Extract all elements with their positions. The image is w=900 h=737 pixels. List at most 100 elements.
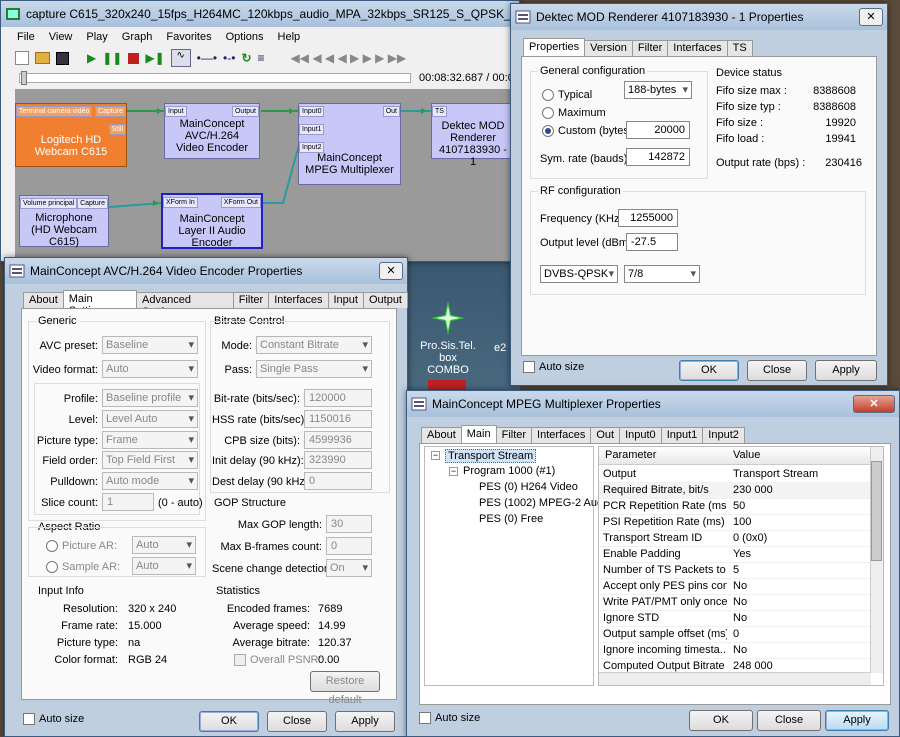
- table-row[interactable]: Required Bitrate, bit/s 230 000: [599, 483, 871, 499]
- table-row[interactable]: Ignore incoming timesta... No: [599, 643, 871, 659]
- pin-xform-out[interactable]: XForm Out: [220, 197, 261, 208]
- filter-node-layer2[interactable]: XForm In XForm Out MainConcept Layer II …: [161, 193, 263, 249]
- typical-dropdown[interactable]: 188-bytes: [624, 81, 692, 99]
- avc-titlebar[interactable]: MainConcept AVC/H.264 Video Encoder Prop…: [5, 258, 407, 284]
- sample-ar-dropdown[interactable]: Auto: [132, 557, 196, 575]
- pin-ts[interactable]: TS: [432, 106, 447, 117]
- close-button[interactable]: ✕: [859, 8, 883, 26]
- table-row[interactable]: Output sample offset (ms) 0: [599, 627, 871, 643]
- filter-icon[interactable]: ≡: [258, 51, 265, 65]
- filter-node-mic[interactable]: Volume principal Capture Microphone (HD …: [19, 195, 109, 248]
- play-icon[interactable]: ▶: [87, 51, 96, 65]
- filter-node-h264[interactable]: Input Output MainConcept AVC/H.264 Video…: [164, 103, 260, 159]
- pass-dropdown[interactable]: Single Pass: [256, 360, 372, 378]
- dektec-titlebar[interactable]: Dektec MOD Renderer 4107183930 - 1 Prope…: [511, 4, 887, 30]
- new-file-icon[interactable]: [15, 51, 29, 65]
- typical-radio[interactable]: [542, 89, 554, 101]
- pin-mic-capture[interactable]: Capture: [77, 198, 108, 209]
- pulldown-dropdown[interactable]: Auto mode: [102, 472, 198, 490]
- tab-main[interactable]: Main: [460, 425, 497, 443]
- tab-advanced-settings[interactable]: Advanced Settings: [136, 292, 234, 318]
- ok-button[interactable]: OK: [689, 710, 753, 731]
- pin-input[interactable]: Input: [165, 106, 187, 117]
- autosize-checkbox[interactable]: [419, 712, 431, 724]
- desktop-icon-prosistel[interactable]: Pro.Sis.Tel. box COMBO: [412, 300, 484, 376]
- disconnect-icon[interactable]: •-•: [223, 51, 235, 65]
- cpb-input[interactable]: 4599936: [304, 431, 372, 449]
- filter-node-mux[interactable]: Input0 Input1 Input2 Out MainConcept MPE…: [298, 103, 401, 185]
- menu-play[interactable]: Play: [86, 31, 107, 43]
- menu-favorites[interactable]: Favorites: [166, 31, 211, 43]
- close-button[interactable]: ✕: [853, 395, 895, 413]
- menu-options[interactable]: Options: [226, 31, 264, 43]
- seek-thumb[interactable]: [21, 71, 27, 85]
- tab-filter[interactable]: Filter: [232, 292, 270, 308]
- tab-interfaces[interactable]: Interfaces: [268, 292, 329, 308]
- tab-output[interactable]: Output: [362, 292, 408, 308]
- custom-bytes-input[interactable]: 20000: [626, 121, 690, 139]
- connect-icon[interactable]: •—•: [197, 51, 217, 65]
- menu-file[interactable]: File: [17, 31, 35, 43]
- video-format-dropdown[interactable]: Auto: [102, 360, 198, 378]
- dest-delay-input[interactable]: 0: [304, 472, 372, 490]
- close-dialog-button[interactable]: Close: [757, 710, 821, 731]
- close-dialog-button[interactable]: Close: [267, 711, 327, 732]
- filter-node-dektec[interactable]: TS Dektec MOD Renderer 4107183930 - 1: [431, 103, 515, 168]
- hss-input[interactable]: 1150016: [304, 410, 372, 428]
- tab-version[interactable]: Version: [584, 40, 633, 56]
- custom-radio[interactable]: [542, 125, 554, 137]
- init-delay-input[interactable]: 323990: [304, 451, 372, 469]
- seek-bar[interactable]: [19, 73, 411, 83]
- bitrate-input[interactable]: 120000: [304, 389, 372, 407]
- sym-rate-input[interactable]: 142872: [626, 148, 690, 166]
- profile-dropdown[interactable]: Baseline profile: [102, 389, 198, 407]
- graph-view-icon[interactable]: ∿: [170, 49, 191, 67]
- seek-back-icon[interactable]: ◀◀ ◀ ◀ ◀ ▶ ▶ ▶ ▶▶: [291, 51, 407, 65]
- graphedit-titlebar[interactable]: capture C615_320x240_15fps_H264MC_120kbp…: [1, 1, 519, 27]
- tab-main-settings[interactable]: Main Settings: [62, 290, 138, 317]
- picture-ar-radio[interactable]: [46, 540, 58, 552]
- pin-volume[interactable]: Volume principal: [20, 198, 78, 209]
- table-row[interactable]: Accept only PES pins con... No: [599, 579, 871, 595]
- tab-ts[interactable]: TS: [726, 40, 753, 56]
- output-level-input[interactable]: -27.5: [626, 233, 678, 251]
- open-folder-icon[interactable]: [35, 52, 50, 64]
- tab-properties[interactable]: Properties: [523, 38, 586, 56]
- tree-item-pes-audio[interactable]: PES (1002) MPEG-2 Audio: [479, 497, 612, 509]
- picture-type-dropdown[interactable]: Frame: [102, 431, 198, 449]
- ok-button[interactable]: OK: [199, 711, 259, 732]
- tab-input[interactable]: Input: [327, 292, 364, 308]
- maximum-radio[interactable]: [542, 107, 554, 119]
- tab-interfaces[interactable]: Interfaces: [667, 40, 728, 56]
- tree-item-transport-stream[interactable]: Transport Stream: [445, 449, 537, 463]
- bframes-input[interactable]: 0: [326, 537, 372, 555]
- stop-icon[interactable]: [128, 52, 140, 64]
- apply-button[interactable]: Apply: [815, 360, 877, 381]
- tab-interfaces[interactable]: Interfaces: [531, 427, 592, 443]
- overall-psnr-checkbox[interactable]: [234, 654, 246, 666]
- pin-capture[interactable]: Capture: [95, 106, 126, 117]
- table-row[interactable]: PCR Repetition Rate (ms) 50: [599, 499, 871, 515]
- apply-button[interactable]: Apply: [825, 710, 889, 731]
- gop-max-input[interactable]: 30: [326, 515, 372, 533]
- grid-hscrollbar[interactable]: [599, 672, 871, 685]
- autosize-checkbox[interactable]: [523, 361, 535, 373]
- fec-dropdown[interactable]: 7/8: [624, 265, 700, 283]
- tab-input0[interactable]: Input0: [619, 427, 662, 443]
- mode-dropdown[interactable]: Constant Bitrate: [256, 336, 372, 354]
- picture-ar-dropdown[interactable]: Auto: [132, 536, 196, 554]
- grid-vscroll-thumb[interactable]: [871, 461, 882, 561]
- pin-output[interactable]: Output: [231, 106, 259, 117]
- tab-out[interactable]: Out: [590, 427, 621, 443]
- menu-graph[interactable]: Graph: [122, 31, 153, 43]
- field-order-dropdown[interactable]: Top Field First: [102, 451, 198, 469]
- tab-filter[interactable]: Filter: [495, 427, 533, 443]
- scene-change-dropdown[interactable]: On: [326, 559, 372, 577]
- table-row[interactable]: Ignore STD No: [599, 611, 871, 627]
- table-row[interactable]: PSI Repetition Rate (ms) 100: [599, 515, 871, 531]
- header-value[interactable]: Value: [733, 449, 760, 461]
- tab-about[interactable]: About: [421, 427, 462, 443]
- table-row[interactable]: Enable Padding Yes: [599, 547, 871, 563]
- pin-input1[interactable]: Input1: [299, 124, 325, 135]
- pause-icon[interactable]: ❚❚: [102, 51, 122, 65]
